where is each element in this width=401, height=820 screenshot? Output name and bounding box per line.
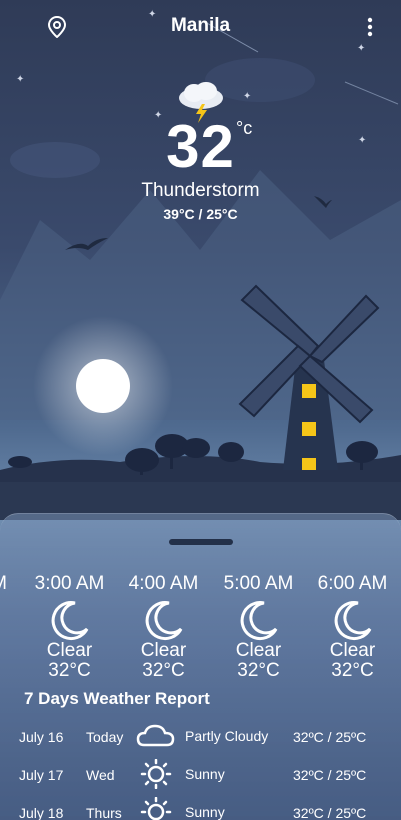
more-vertical-icon[interactable]	[362, 16, 378, 38]
hourly-item[interactable]: 6:00 AM Clear 32°C	[305, 573, 400, 681]
current-condition: Thunderstorm	[141, 180, 260, 201]
hour-condition: Clear	[140, 640, 187, 661]
hourly-forecast: M 3:00 AM Clear 32°C 4:00 AM Clear 32°C …	[0, 573, 401, 683]
sun-icon	[140, 759, 172, 789]
high-low-temperature: 39°C / 25°C	[163, 206, 238, 222]
hour-time: M	[0, 573, 7, 597]
daily-row[interactable]: July 16 Today Partly Cloudy 32ºC / 25ºC	[0, 721, 401, 751]
weekly-report-title: 7 Days Weather Report	[24, 689, 210, 708]
hour-temperature: 32°C	[48, 660, 91, 681]
current-temperature: 32	[166, 113, 235, 180]
day-temperatures: 32ºC / 25ºC	[293, 805, 367, 820]
app-header: Manila	[0, 0, 401, 54]
day-temperatures: 32ºC / 25ºC	[293, 767, 367, 783]
day-date: July 16	[19, 729, 64, 745]
day-condition: Sunny	[185, 804, 225, 820]
day-temperatures: 32ºC / 25ºC	[293, 729, 367, 745]
sun-icon	[140, 797, 172, 820]
hour-condition: Clear	[329, 640, 376, 661]
hour-time: 5:00 AM	[223, 573, 294, 594]
hour-temperature: 32°C	[237, 660, 280, 681]
city-name: Manila	[170, 15, 231, 36]
drag-handle[interactable]	[169, 539, 233, 545]
temperature-unit: °c	[236, 118, 253, 138]
current-temperature-wrap: 32	[0, 112, 401, 182]
hour-condition: Clear	[46, 640, 93, 661]
hourly-item[interactable]: 5:00 AM Clear 32°C	[211, 573, 306, 681]
day-condition: Sunny	[185, 766, 225, 782]
day-name: Today	[86, 729, 124, 745]
hourly-item[interactable]: 4:00 AM Clear 32°C	[116, 573, 211, 681]
daily-row[interactable]: July 17 Wed Sunny 32ºC / 25ºC	[0, 759, 401, 789]
hour-condition: Clear	[235, 640, 282, 661]
hour-time: 4:00 AM	[128, 573, 199, 594]
hour-time: 6:00 AM	[317, 573, 388, 594]
hour-temperature: 32°C	[331, 660, 374, 681]
hourly-item[interactable]: 3:00 AM Clear 32°C	[22, 573, 117, 681]
moon-icon	[51, 601, 88, 641]
landscape-illustration	[0, 21, 401, 520]
daily-row[interactable]: July 18 Thurs Sunny 32ºC / 25ºC	[0, 797, 401, 820]
hourly-item-partial: M	[0, 573, 7, 597]
cloud-icon	[136, 724, 175, 747]
day-date: July 17	[19, 767, 64, 783]
hour-time: 3:00 AM	[34, 573, 105, 594]
day-date: July 18	[19, 805, 64, 820]
hour-temperature: 32°C	[142, 660, 185, 681]
moon-icon	[145, 601, 182, 641]
day-name: Thurs	[86, 805, 122, 820]
day-name: Wed	[86, 767, 115, 783]
day-condition: Partly Cloudy	[185, 728, 269, 744]
moon-icon	[334, 601, 371, 641]
moon-icon	[240, 601, 277, 641]
